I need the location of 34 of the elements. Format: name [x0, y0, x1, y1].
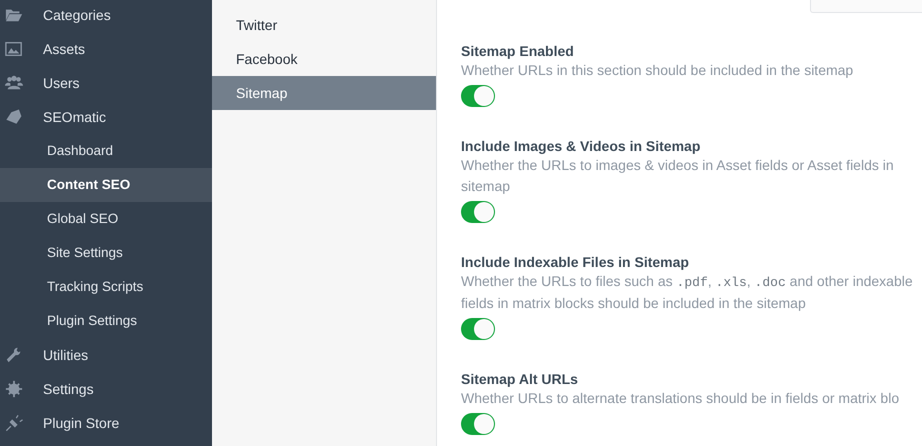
field-label: Sitemap Alt URLs	[461, 370, 579, 388]
field-label: Include Images & Videos in Sitemap	[461, 137, 702, 155]
field-label: Sitemap Enabled	[461, 42, 575, 60]
subnav-item[interactable]: Facebook	[212, 42, 436, 76]
sidebar-item[interactable]: Categories	[0, 0, 212, 32]
field-description: Whether the URLs to images & videos in Asset fields or Asset fields in	[461, 156, 895, 175]
toggle-switch[interactable]	[461, 413, 495, 435]
subnav-item[interactable]: Sitemap	[212, 76, 436, 110]
sidebar-subitem[interactable]: Tracking Scripts	[0, 270, 212, 304]
field-label: Include Indexable Files in Sitemap	[461, 253, 690, 271]
sidebar-item[interactable]: Users	[0, 66, 212, 100]
users-icon	[5, 74, 23, 92]
sidebar-item[interactable]: Utilities	[0, 338, 212, 372]
settings-icon	[5, 380, 23, 398]
subnav-item[interactable]: Twitter	[212, 8, 436, 42]
sidebar-subitem[interactable]: Site Settings	[0, 236, 212, 270]
sidebar-item[interactable]: Settings	[0, 372, 212, 406]
image-icon	[5, 40, 23, 58]
toggle-switch[interactable]	[461, 318, 495, 340]
wrench-icon	[5, 346, 23, 364]
field-description: Whether URLs to alternate translations should be in fields or matrix blo	[461, 389, 900, 408]
toggle-switch[interactable]	[461, 201, 495, 223]
sidebar-subitem[interactable]: Plugin Settings	[0, 304, 212, 338]
toggle-switch[interactable]	[461, 85, 495, 107]
field-description: Whether URLs in this section should be included in the sitemap	[461, 61, 854, 80]
field-description: Whether the URLs to files such as .pdf, .xls, .doc and other indexable	[461, 272, 914, 292]
field-description: fields in matrix blocks should be included in the sitemap	[461, 294, 807, 313]
sidebar-item[interactable]: Assets	[0, 32, 212, 66]
sidebar-subitem[interactable]: Dashboard	[0, 134, 212, 168]
sidebar-subitem[interactable]: Global SEO	[0, 202, 212, 236]
field-description: sitemap	[461, 177, 512, 196]
sidebar-item[interactable]: SEOmatic	[0, 100, 212, 134]
sidebar-item[interactable]: Plugin Store	[0, 406, 212, 440]
sidebar-subitem[interactable]: Content SEO	[0, 168, 212, 202]
